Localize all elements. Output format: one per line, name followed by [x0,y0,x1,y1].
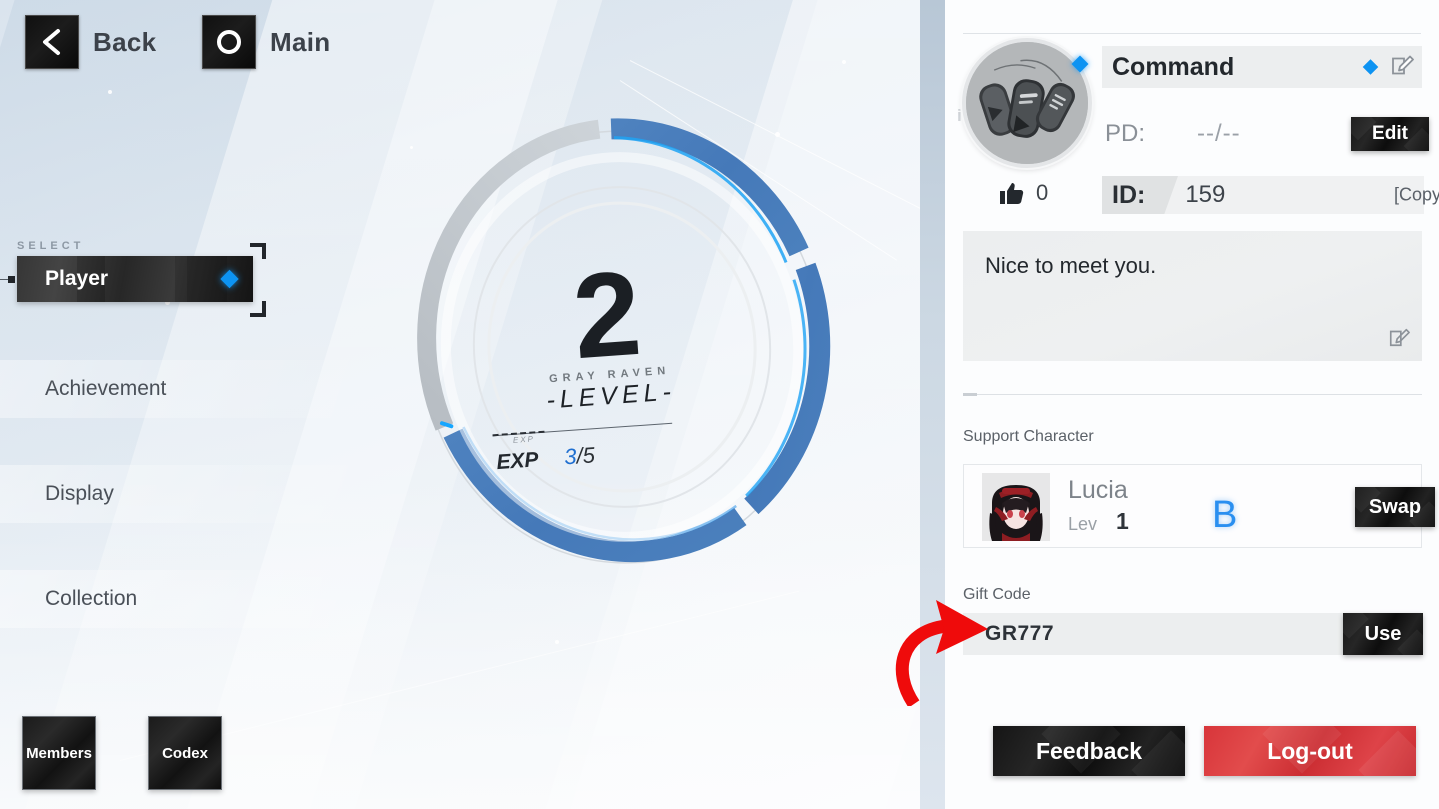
character-name: Lucia [1068,476,1128,504]
feedback-button[interactable]: Feedback [993,726,1185,776]
sidebar-item-display-label: Display [45,482,114,505]
use-button-label: Use [1364,622,1402,645]
greeting-box[interactable]: Nice to meet you. [963,231,1422,361]
selection-marker [8,276,15,283]
codex-button-label: Codex [162,744,208,762]
bg-speck [108,90,112,94]
swap-button[interactable]: Swap [1355,487,1435,527]
player-name-row[interactable]: Command [1102,46,1422,88]
selection-bracket-bottom-right [250,301,266,317]
sidebar-item-achievement[interactable]: Achievement [0,360,349,418]
edit-name-icon[interactable] [1390,53,1414,82]
likes-count: 0 [1036,180,1049,205]
app-root: Back Main SELECT Player Achievement Disp… [0,0,1439,809]
bg-speck [555,640,559,644]
thumbs-up-icon [1000,183,1024,204]
members-button[interactable]: Members [22,716,96,790]
avatar[interactable] [962,38,1092,168]
pd-label: PD: [1105,120,1146,147]
edit-greeting-icon[interactable] [1388,326,1410,353]
bg-speck [842,60,846,64]
exp-row: EXP 3/5 [496,442,596,475]
exp-micro-label: EXP [512,434,536,445]
player-name: Command [1112,52,1235,81]
sidebar-item-player[interactable]: Player [17,256,253,302]
swap-button-label: Swap [1368,495,1422,518]
main-button-label: Main [270,26,331,57]
edit-button[interactable]: Edit [1351,117,1429,151]
panel-edge-rail [920,0,945,809]
codex-button[interactable]: Codex [148,716,222,790]
player-id-row: ID: 159 [Copy] [1102,176,1439,214]
chevron-left-icon [25,15,79,69]
level-info: 2 GRAY RAVEN -LEVEL- EXP EXP 3/5 [487,246,732,502]
level-number: 2 [568,246,642,385]
exp-label: EXP [495,448,540,475]
select-header: SELECT [17,240,85,252]
main-button[interactable]: Main [202,15,330,69]
id-value: 159 [1185,181,1226,208]
name-badge-diamond-icon [1362,59,1379,75]
likes-counter: 0 [997,180,1048,206]
section-divider [963,393,1422,396]
character-level-label: Lev [1068,514,1098,534]
back-button[interactable]: Back [25,15,156,69]
edit-button-label: Edit [1372,123,1408,144]
exp-max: 5 [581,442,596,469]
back-button-label: Back [93,26,157,57]
pd-value: --/-- [1197,120,1241,147]
support-character-label: Support Character [963,428,1094,445]
use-gift-code-button[interactable]: Use [1343,613,1423,655]
support-character-card[interactable]: Lucia Lev 1 B Swap [963,464,1435,548]
exp-value: 3/5 [563,442,595,470]
profile-panel: info. [945,0,1439,809]
logout-button-label: Log-out [1267,737,1353,764]
members-button-label: Members [26,744,92,762]
character-level-value: 1 [1116,508,1129,534]
panel-top-divider [963,33,1421,34]
sidebar-item-collection[interactable]: Collection [0,570,349,628]
id-label: ID: [1112,180,1146,209]
pd-row: PD: --/-- [1105,120,1241,148]
sidebar-item-collection-label: Collection [45,587,138,610]
copy-id-button[interactable]: [Copy] [1394,185,1439,206]
character-portrait [982,473,1050,541]
sidebar-item-achievement-label: Achievement [45,377,167,400]
logout-button[interactable]: Log-out [1204,726,1416,776]
character-rank-badge: B [1212,494,1238,536]
feedback-button-label: Feedback [1035,737,1143,764]
sidebar-item-display[interactable]: Display [0,465,349,523]
sidebar-item-player-label: Player [45,267,109,290]
greeting-text: Nice to meet you. [985,253,1157,278]
circle-button-icon [202,15,256,69]
avatar-image [962,38,1092,168]
gift-code-value: GR777 [985,622,1055,645]
gift-code-label: Gift Code [963,586,1031,603]
